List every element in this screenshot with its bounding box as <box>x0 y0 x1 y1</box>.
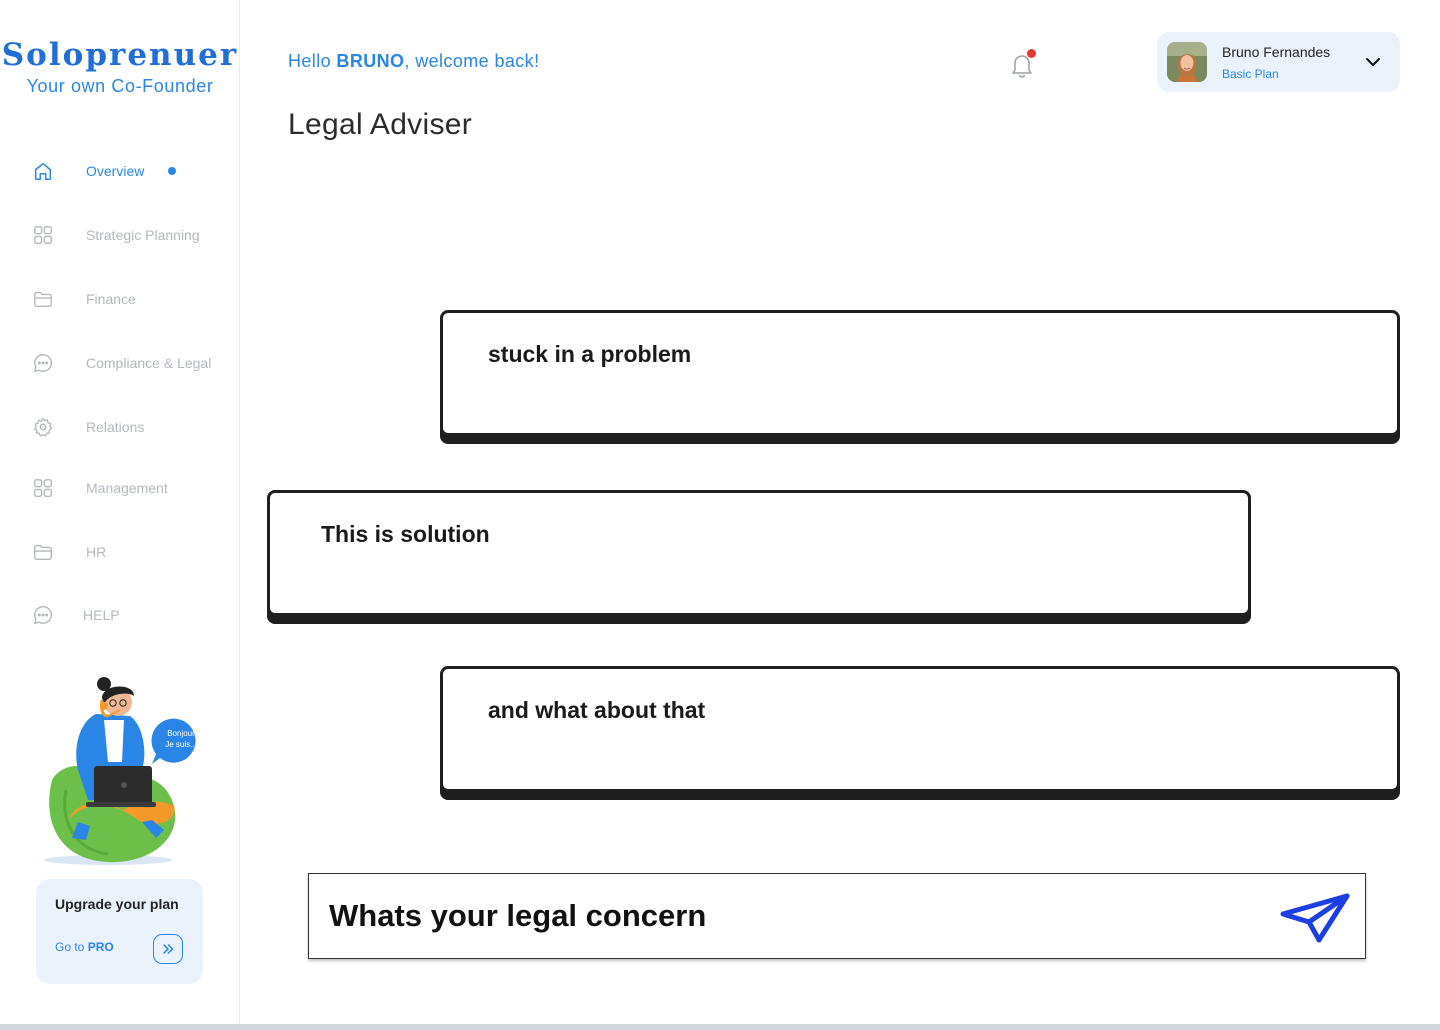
grid-icon <box>30 475 56 501</box>
sidebar-item-label: Finance <box>86 291 136 307</box>
upgrade-card: Upgrade your plan Go to PRO <box>36 879 203 984</box>
notification-dot <box>1027 49 1036 58</box>
user-profile-menu[interactable]: Bruno Fernandes Basic Plan <box>1157 32 1400 92</box>
folder-icon <box>30 539 56 565</box>
assistant-illustration: Bonjour Je suis... <box>38 670 208 870</box>
sidebar-item-relations[interactable]: Relations <box>30 413 230 441</box>
go-to-pro-emphasis: PRO <box>87 940 114 954</box>
go-to-pro-link[interactable]: Go to PRO <box>55 940 114 954</box>
sidebar-item-label: Relations <box>86 419 145 435</box>
home-icon <box>30 158 56 184</box>
chat-message-adviser: This is solution <box>267 490 1251 616</box>
avatar <box>1167 42 1207 82</box>
greeting-name: BRUNO <box>336 51 405 71</box>
sidebar-item-label: Compliance & Legal <box>86 355 212 371</box>
chat-message-user: stuck in a problem <box>440 310 1400 436</box>
sidebar-item-hr[interactable]: HR <box>30 538 230 566</box>
send-icon <box>1280 893 1350 943</box>
chat-icon <box>30 350 56 376</box>
bubble-line-1: Bonjour <box>167 729 195 738</box>
sidebar-item-strategic-planning[interactable]: Strategic Planning <box>30 221 230 249</box>
sidebar-item-label: Overview <box>86 163 145 179</box>
sidebar-item-label: Strategic Planning <box>86 227 200 243</box>
upgrade-title: Upgrade your plan <box>55 896 179 912</box>
greeting-prefix: Hello <box>288 51 337 71</box>
go-to-pro-button[interactable] <box>153 934 183 964</box>
sidebar-item-management[interactable]: Management <box>30 474 230 502</box>
sidebar: Soloprenuer Your own Co-Founder Overview… <box>0 0 240 1024</box>
sidebar-item-label: HR <box>86 544 107 560</box>
greeting: Hello BRUNO, welcome back! <box>288 51 539 72</box>
legal-concern-input[interactable] <box>329 874 1259 958</box>
double-chevron-right-icon <box>163 944 174 954</box>
bubble-line-2: Je suis... <box>165 740 197 749</box>
folder-icon <box>30 286 56 312</box>
greeting-suffix: , welcome back! <box>404 51 540 71</box>
sidebar-item-label: HELP <box>83 607 120 623</box>
chat-input-bar <box>308 873 1366 959</box>
grid-icon <box>30 222 56 248</box>
chat-message-text: and what about that <box>488 697 706 723</box>
brand-tagline: Your own Co-Founder <box>26 76 214 96</box>
brand[interactable]: Soloprenuer Your own Co-Founder <box>0 36 240 97</box>
gear-icon <box>30 414 56 440</box>
chat-message-user: and what about that <box>440 666 1400 792</box>
send-button[interactable] <box>1275 890 1355 946</box>
chat-message-text: stuck in a problem <box>488 341 692 367</box>
bottom-scrollbar <box>0 1024 1440 1030</box>
chat-icon <box>30 602 56 628</box>
sidebar-item-label: Management <box>86 480 168 496</box>
chat-message-text: This is solution <box>321 521 490 547</box>
chevron-down-icon[interactable] <box>1363 52 1383 72</box>
sidebar-item-finance[interactable]: Finance <box>30 285 230 313</box>
brand-name: Soloprenuer <box>1 37 239 73</box>
user-plan: Basic Plan <box>1222 67 1279 81</box>
sidebar-item-compliance-legal[interactable]: Compliance & Legal <box>30 349 230 377</box>
user-name: Bruno Fernandes <box>1222 44 1331 60</box>
active-indicator-dot <box>168 167 176 175</box>
page-title: Legal Adviser <box>288 108 473 141</box>
go-to-pro-prefix: Go to <box>55 940 88 954</box>
sidebar-item-overview[interactable]: Overview <box>30 157 230 185</box>
sidebar-item-help[interactable]: HELP <box>30 601 230 629</box>
